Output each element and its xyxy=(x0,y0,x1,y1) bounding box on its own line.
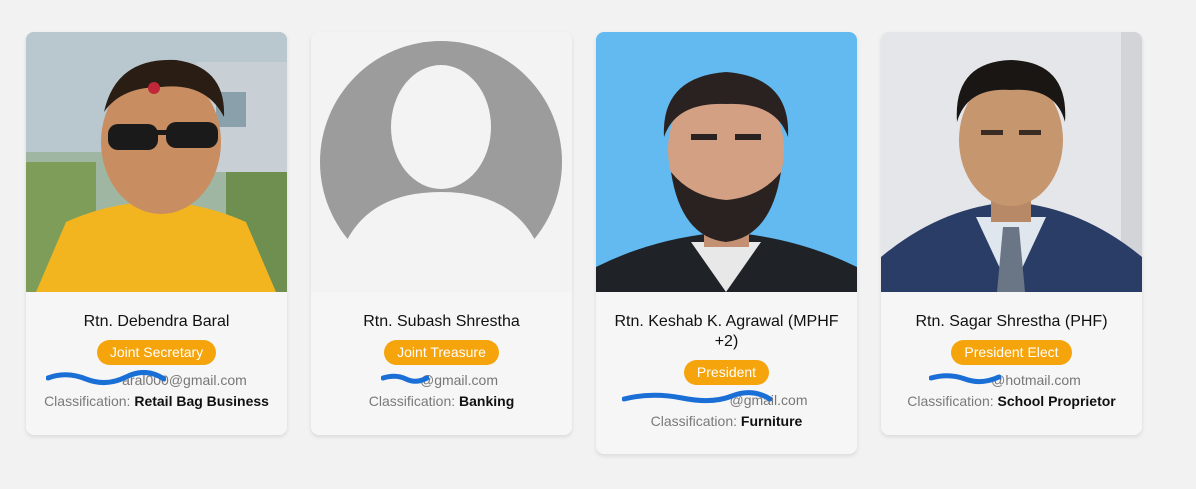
member-photo xyxy=(596,32,857,292)
role-badge: President Elect xyxy=(951,340,1072,365)
role-badge: Joint Treasure xyxy=(384,340,499,365)
classification-label: Classification: xyxy=(368,393,456,409)
member-card[interactable]: Rtn. Debendra Baral Joint Secretary xxxx… xyxy=(26,32,287,435)
member-card[interactable]: Rtn. Sagar Shrestha (PHF) President Elec… xyxy=(881,32,1142,435)
member-email[interactable]: xxxxx@gmail.com xyxy=(311,370,572,390)
member-name: Rtn. Subash Shrestha xyxy=(363,313,520,330)
classification-label: Classification: xyxy=(44,393,131,409)
member-card[interactable]: Rtn. Subash Shrestha Joint Treasure xxxx… xyxy=(311,32,572,435)
member-email[interactable]: xxxxxxx@hotmail.com xyxy=(881,370,1142,390)
member-card[interactable]: Rtn. Keshab K. Agrawal (MPHF +2) Preside… xyxy=(596,32,857,454)
classification-label: Classification: xyxy=(650,413,738,429)
member-photo xyxy=(26,32,287,292)
role-badge: President xyxy=(683,360,770,385)
member-name: Rtn. Debendra Baral xyxy=(83,313,230,330)
member-photo xyxy=(881,32,1142,292)
email-text: @gmail.com xyxy=(419,372,498,388)
classification-line: Classification: School Proprietor xyxy=(881,391,1142,411)
classification-value: Retail Bag Business xyxy=(134,393,269,409)
classification-line: Classification: Banking xyxy=(311,391,572,411)
member-email[interactable]: xxxxxxxxaral000@gmail.com xyxy=(26,370,287,390)
classification-label: Classification: xyxy=(907,393,994,409)
redaction-scribble xyxy=(381,373,429,384)
member-email[interactable]: xxxxxxxxxxxx@gmail.com xyxy=(596,390,857,410)
email-text: @hotmail.com xyxy=(991,372,1081,388)
classification-line: Classification: Retail Bag Business xyxy=(26,391,287,411)
redaction-scribble xyxy=(622,390,772,404)
member-name: Rtn. Sagar Shrestha (PHF) xyxy=(915,313,1108,330)
classification-value: Banking xyxy=(459,393,515,409)
redaction-scribble xyxy=(929,373,1001,385)
role-badge: Joint Secretary xyxy=(96,340,217,365)
avatar-placeholder xyxy=(311,32,572,292)
classification-value: School Proprietor xyxy=(997,393,1116,409)
classification-value: Furniture xyxy=(740,413,803,429)
member-grid: Rtn. Debendra Baral Joint Secretary xxxx… xyxy=(0,0,1196,489)
redaction-scribble xyxy=(46,370,166,385)
classification-line: Classification: Furniture xyxy=(596,411,857,431)
member-name: Rtn. Keshab K. Agrawal (MPHF +2) xyxy=(614,313,839,350)
